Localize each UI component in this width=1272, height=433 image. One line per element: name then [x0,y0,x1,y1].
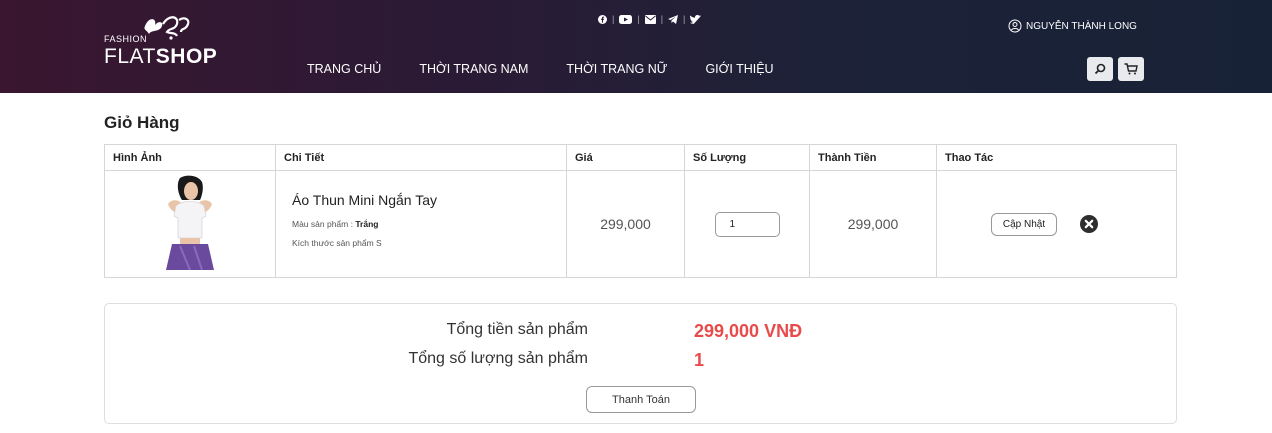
main-nav: TRANG CHỦ THỜI TRANG NAM THỜI TRANG NỮ G… [307,62,812,76]
action-cell: Cập Nhật [936,170,1177,278]
cart-button[interactable] [1118,57,1144,81]
separator: | [637,14,640,24]
order-summary: Tổng tiền sản phẩm 299,000 VNĐ Tổng số l… [104,303,1177,424]
email-icon[interactable] [644,14,656,24]
youtube-icon[interactable] [619,14,633,24]
nav-item-home[interactable]: TRANG CHỦ [307,62,381,76]
table-header-row: Hình Ảnh Chi Tiết Giá Số Lượng Thành Tiề… [104,144,1177,171]
column-header: Giá [566,144,685,171]
column-header: Thao Tác [936,144,1177,171]
social-links: | | | | [598,14,702,24]
product-color: Màu sản phẩm : Trắng [292,218,379,229]
table-row: Áo Thun Mini Ngắn Tay Màu sản phẩm : Trắ… [104,170,1177,278]
product-size: Kích thước sản phẩm S [292,237,382,248]
cart-table: Hình Ảnh Chi Tiết Giá Số Lượng Thành Tiề… [104,144,1177,278]
product-name[interactable]: Áo Thun Mini Ngắn Tay [292,192,566,208]
column-header: Hình Ảnh [104,144,276,171]
logo-fashion-text: FASHION [104,34,148,44]
separator: | [660,14,664,24]
nav-item-women[interactable]: THỜI TRANG NỮ [566,62,667,76]
column-header: Số Lượng [684,144,810,171]
total-amount-value: 299,000 VNĐ [694,321,803,341]
product-image[interactable] [150,173,230,270]
cart-icon [1124,63,1138,75]
logo-brand-text: FLATSHOP [104,45,218,68]
product-price: 299,000 [566,170,685,278]
total-quantity-label: Tổng số lượng sản phẩm [408,350,588,367]
site-header: FASHION FLATSHOP | | | | NGUYỄN THÀNH LO… [0,0,1272,93]
remove-icon[interactable] [1080,215,1099,233]
search-icon [1094,63,1106,75]
column-header: Chi Tiết [275,144,567,171]
twitter-icon[interactable] [690,14,702,24]
page-title: Giỏ Hàng [104,113,180,132]
product-image-cell [104,170,276,278]
quantity-cell [684,170,810,278]
nav-item-men[interactable]: THỜI TRANG NAM [419,62,528,76]
update-button[interactable]: Cập Nhật [991,212,1057,236]
line-total: 299,000 [809,170,937,278]
user-name: NGUYỄN THÀNH LONG [1026,20,1137,32]
butterfly-logo-icon [144,16,190,40]
telegram-icon[interactable] [668,14,679,24]
total-amount-label: Tổng tiền sản phẩm [446,321,588,338]
quantity-input[interactable] [714,211,780,237]
user-icon [1008,19,1022,33]
checkout-button[interactable]: Thanh Toán [586,386,696,413]
separator: | [683,14,686,24]
facebook-icon[interactable] [598,14,607,24]
separator: | [612,14,615,24]
product-detail-cell: Áo Thun Mini Ngắn Tay Màu sản phẩm : Trắ… [275,170,567,278]
user-account[interactable]: NGUYỄN THÀNH LONG [1008,19,1137,33]
nav-item-about[interactable]: GIỚI THIỆU [705,62,773,76]
column-header: Thành Tiền [809,144,937,171]
search-button[interactable] [1087,57,1113,81]
total-quantity-value: 1 [694,350,705,370]
